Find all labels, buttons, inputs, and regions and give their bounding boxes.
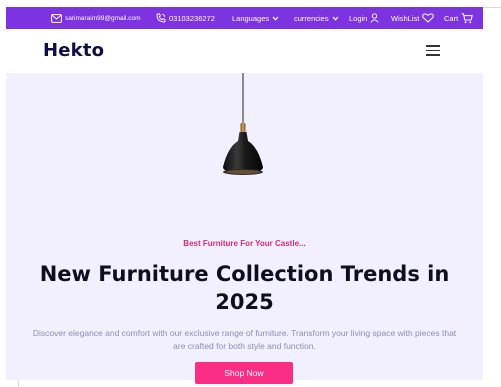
currencies-dropdown[interactable]: currencies (294, 7, 339, 29)
hero-tagline: Best Furniture For Your Castle... (183, 239, 306, 248)
top-bar: sarimaraim99@gmail.com 03103236272 Langu… (6, 7, 483, 29)
languages-dropdown[interactable]: Languages (232, 7, 279, 29)
login-label: Login (349, 13, 368, 23)
chevron-down-icon (332, 16, 339, 21)
heart-icon (422, 13, 435, 23)
cart-label: Cart (444, 13, 459, 23)
cart-icon (461, 12, 474, 23)
hero-section: Best Furniture For Your Castle... New Fu… (6, 73, 483, 384)
email-text: sarimaraim99@gmail.com (65, 14, 141, 22)
pendant-lamp-image (223, 73, 263, 175)
shop-now-button[interactable]: Shop Now (195, 362, 293, 384)
chevron-down-icon (272, 16, 279, 21)
wishlist-link[interactable]: WishList (391, 7, 435, 29)
cart-link[interactable]: Cart (444, 7, 474, 29)
hero-headline: New Furniture Collection Trends in 2025 (39, 262, 450, 314)
hamburger-icon[interactable] (426, 45, 440, 56)
mail-icon (51, 13, 62, 23)
currencies-label: currencies (294, 13, 329, 23)
hero-description: Discover elegance and comfort with our e… (32, 328, 457, 351)
email-link[interactable]: sarimaraim99@gmail.com (51, 7, 141, 29)
login-link[interactable]: Login (349, 7, 379, 29)
languages-label: Languages (232, 13, 270, 23)
main-navbar: Hekto (6, 29, 483, 73)
phone-icon (156, 13, 166, 23)
site-logo[interactable]: Hekto (43, 40, 104, 61)
user-icon (370, 13, 379, 23)
phone-text: 03103236272 (169, 13, 215, 23)
phone-link[interactable]: 03103236272 (156, 7, 215, 29)
wishlist-label: WishList (391, 13, 420, 23)
